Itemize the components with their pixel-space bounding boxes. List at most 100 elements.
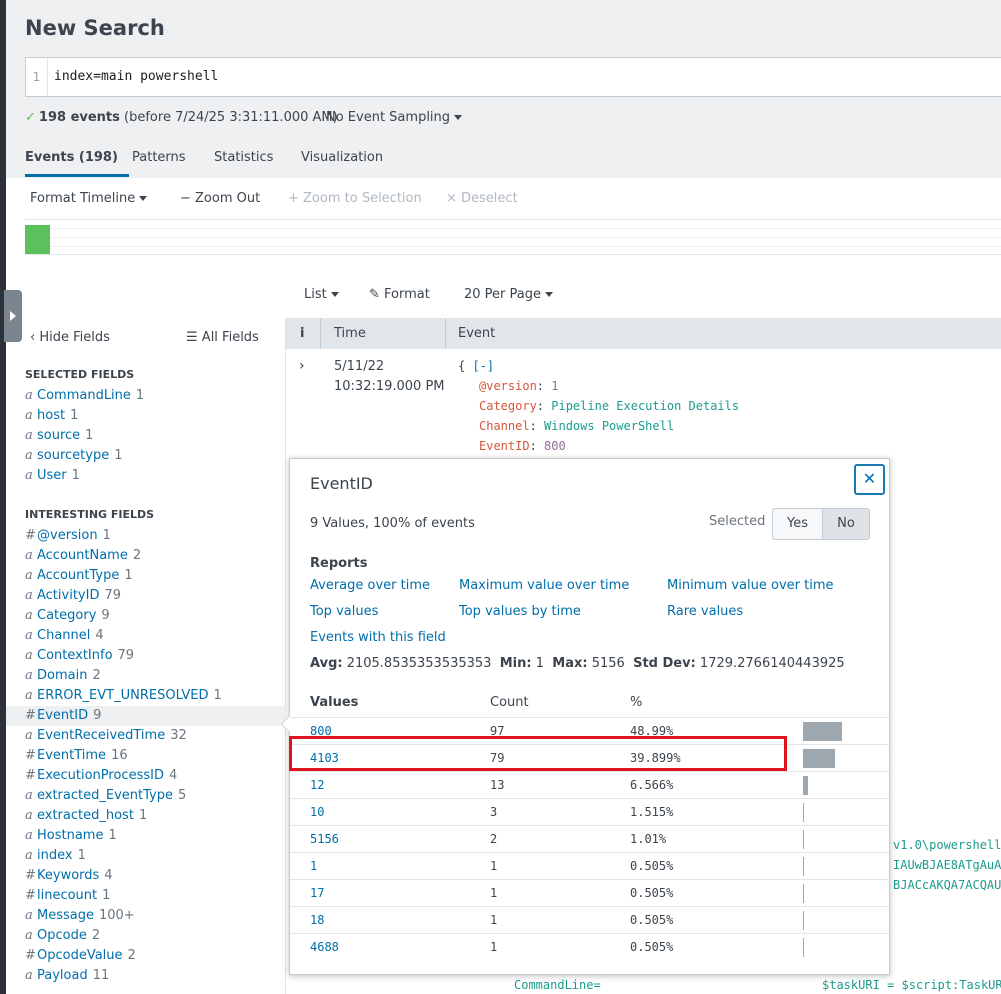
field-item[interactable]: a sourcetype 1 [25,446,123,466]
string-type-icon: a [25,408,33,423]
value-percent: 0.505% [630,886,674,900]
per-page-dropdown[interactable]: 20 Per Page [464,287,553,302]
value-row[interactable]: 17 1 0.505% [290,879,889,906]
value-link[interactable]: 12 [310,778,324,792]
list-dropdown[interactable]: List [304,287,339,302]
field-item[interactable]: a AccountType 1 [25,566,133,586]
timeline-gridline [50,246,1001,247]
field-item[interactable]: a host 1 [25,406,78,426]
value-row[interactable]: 12 13 6.566% [290,771,889,798]
field-item[interactable]: a User 1 [25,466,80,486]
field-item[interactable]: #linecount 1 [25,886,110,906]
field-item[interactable]: #OpcodeValue 2 [25,946,136,966]
tab-visualization[interactable]: Visualization [301,150,383,165]
hide-fields-button[interactable]: ‹ Hide Fields [30,330,110,345]
search-bar[interactable]: 1 index=main powershell [25,57,1001,97]
timeline-gridline [50,228,1001,229]
report-minimum-over-time[interactable]: Minimum value over time [667,578,834,593]
field-item[interactable]: #ExecutionProcessID 4 [25,766,177,786]
close-button[interactable]: ✕ [854,464,885,495]
value-link[interactable]: 18 [310,913,324,927]
format-timeline-button[interactable]: Format Timeline [30,191,148,206]
format-button[interactable]: ✎ Format [369,287,430,302]
value-percent: 0.505% [630,913,674,927]
json-collapse-toggle[interactable]: [-] [472,359,494,373]
field-item[interactable]: a source 1 [25,426,93,446]
timeline-bar[interactable] [25,225,50,254]
field-item[interactable]: a Hostname 1 [25,826,117,846]
string-type-icon: a [25,388,33,403]
value-row[interactable]: 5156 2 1.01% [290,825,889,852]
selected-yes-button[interactable]: Yes [772,508,823,540]
list-label: List [304,287,327,302]
json-key: @version [479,379,537,393]
value-bar [803,884,804,903]
expand-row-icon[interactable]: › [299,358,305,374]
time-column-header[interactable]: Time [334,326,366,341]
field-item[interactable]: a extracted_EventType 5 [25,786,186,806]
timeline-chart[interactable] [25,219,1001,255]
tab-events[interactable]: Events (198) [25,150,118,165]
report-maximum-over-time[interactable]: Maximum value over time [459,578,629,593]
field-item[interactable]: a EventReceivedTime 32 [25,726,187,746]
json-value[interactable]: 800 [544,439,566,453]
selected-no-button[interactable]: No [822,508,870,540]
search-query[interactable]: index=main powershell [54,69,218,84]
field-item[interactable]: a Message 100+ [25,906,135,926]
value-link[interactable]: 10 [310,805,324,819]
field-item[interactable]: a ContextInfo 79 [25,646,134,666]
report-average-over-time[interactable]: Average over time [310,578,430,593]
deselect-button[interactable]: × Deselect [446,191,518,206]
json-value[interactable]: Pipeline Execution Details [551,399,739,413]
event-sampling-dropdown[interactable]: No Event Sampling [326,110,463,125]
all-fields-button[interactable]: ☰ All Fields [186,330,259,345]
field-item[interactable]: #@version 1 [25,526,111,546]
field-item[interactable]: a Category 9 [25,606,110,626]
value-row[interactable]: 4688 1 0.505% [290,933,889,960]
field-item[interactable]: a Channel 4 [25,626,104,646]
tab-statistics[interactable]: Statistics [214,150,273,165]
report-top-values[interactable]: Top values [310,604,378,619]
zoom-out-button[interactable]: − Zoom Out [180,191,260,206]
field-name: AccountName [37,548,128,563]
field-item[interactable]: a AccountName 2 [25,546,141,566]
json-value[interactable]: 1 [551,379,558,393]
report-top-values-by-time[interactable]: Top values by time [459,604,581,619]
report-rare-values[interactable]: Rare values [667,604,743,619]
field-item[interactable]: #EventID 9 [25,706,101,726]
value-row[interactable]: 10 3 1.515% [290,798,889,825]
json-open: { [-] [458,356,494,376]
report-events-with-field[interactable]: Events with this field [310,630,446,645]
value-percent: 6.566% [630,778,674,792]
field-item[interactable]: #EventTime 16 [25,746,128,766]
value-row[interactable]: 18 1 0.505% [290,906,889,933]
json-row: Channel: Windows PowerShell [479,416,674,436]
tab-patterns[interactable]: Patterns [132,150,186,165]
field-item[interactable]: a ActivityID 79 [25,586,121,606]
value-link[interactable]: 17 [310,886,324,900]
field-item[interactable]: #Keywords 4 [25,866,113,886]
field-item[interactable]: a Opcode 2 [25,926,100,946]
value-row[interactable]: 1 1 0.505% [290,852,889,879]
field-count: 2 [127,948,136,963]
field-count: 5 [177,788,187,803]
field-item[interactable]: a index 1 [25,846,86,866]
field-item[interactable]: a extracted_host 1 [25,806,147,826]
value-count: 1 [490,859,498,873]
json-value[interactable]: Windows PowerShell [544,419,674,433]
zoom-to-selection-button[interactable]: + Zoom to Selection [288,191,422,206]
field-name: Category [37,608,97,623]
field-item[interactable]: a CommandLine 1 [25,386,144,406]
column-divider [445,318,446,349]
value-link[interactable]: 5156 [310,832,339,846]
value-link[interactable]: 1 [310,859,317,873]
value-link[interactable]: 4688 [310,940,339,954]
field-item[interactable]: a ERROR_EVT_UNRESOLVED 1 [25,686,222,706]
field-item[interactable]: a Domain 2 [25,666,101,686]
string-type-icon: a [25,788,33,803]
json-colon: : [529,419,545,433]
field-count: 1 [124,568,133,583]
field-item[interactable]: a Payload 11 [25,966,109,986]
value-count: 1 [490,886,498,900]
value-count: 2 [490,832,498,846]
